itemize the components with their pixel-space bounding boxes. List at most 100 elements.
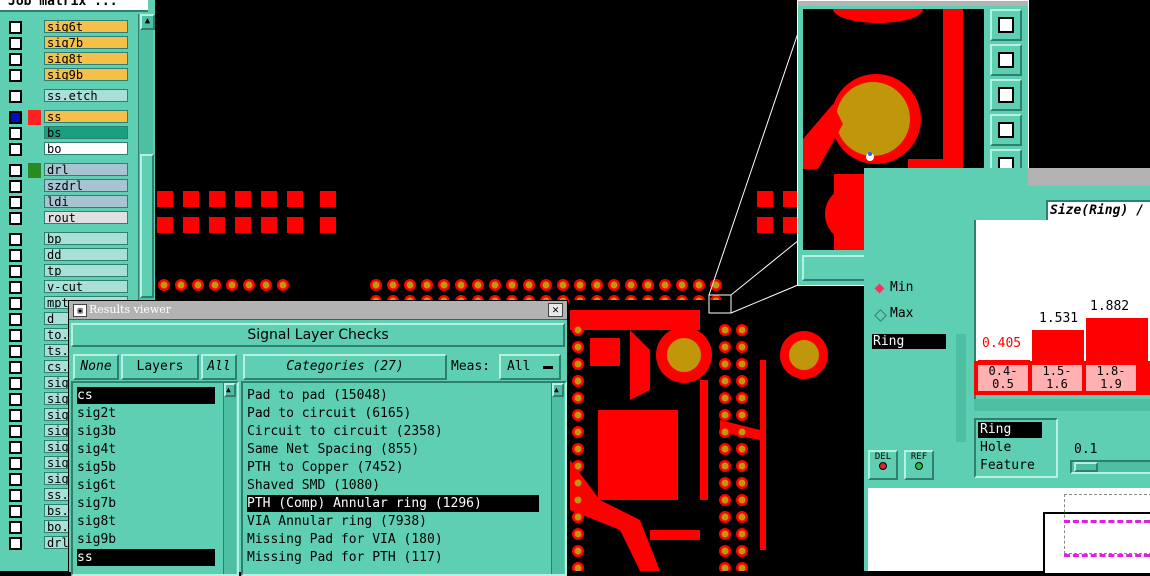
layer-checkbox[interactable] [9, 297, 22, 310]
layer-checkbox[interactable] [9, 281, 22, 294]
layer-list-item[interactable]: sig6t [77, 477, 215, 494]
layer-checkbox[interactable] [9, 53, 22, 66]
layer-row[interactable]: sig7b [6, 36, 128, 51]
result-type-item[interactable]: Hole [978, 440, 1054, 456]
meas-dropdown[interactable]: All [499, 354, 561, 380]
categories-list[interactable]: Pad to pad (15048) Pad to circuit (6165) C… [241, 381, 567, 576]
categories-button[interactable]: Categories (27) [243, 354, 447, 380]
category-list-item[interactable]: Same Net Spacing (855) [247, 441, 539, 458]
category-list-item[interactable]: Missing Pad for PTH (117) [247, 549, 539, 566]
min-radio-icon[interactable] [874, 283, 885, 294]
layer-checkbox[interactable] [9, 537, 22, 550]
signal-layer-checks-button[interactable]: Signal Layer Checks [71, 323, 565, 347]
layer-row[interactable]: bp [6, 232, 128, 247]
category-list-item[interactable]: Pad to pad (15048) [247, 387, 539, 404]
slider-thumb[interactable] [1074, 462, 1098, 472]
layer-checkbox[interactable] [9, 521, 22, 534]
close-icon[interactable]: ✕ [548, 303, 563, 317]
result-type-list[interactable]: Ring Hole Feature [974, 418, 1058, 478]
scroll-up-icon[interactable]: ▲ [552, 383, 564, 397]
layer-row[interactable]: tp [6, 264, 128, 279]
layer-checkbox[interactable] [9, 111, 22, 124]
layers-button[interactable]: Layers [121, 354, 199, 380]
layer-list-item[interactable]: cs [77, 387, 215, 404]
result-type-item[interactable]: Ring [978, 422, 1042, 438]
category-list-item[interactable]: Circuit to circuit (2358) [247, 423, 539, 440]
layer-row[interactable]: bs [6, 126, 128, 141]
layer-row[interactable]: rout [6, 211, 128, 226]
layer-checkbox[interactable] [9, 21, 22, 34]
layer-list-item[interactable]: sig8t [77, 513, 215, 530]
layer-list-item[interactable]: sig2t [77, 405, 215, 422]
layer-checkbox[interactable] [9, 441, 22, 454]
size-ring-field[interactable]: Size(Ring) / [1046, 200, 1150, 222]
layer-checkbox[interactable] [9, 249, 22, 262]
layer-checkbox[interactable] [9, 313, 22, 326]
layer-checkbox[interactable] [9, 489, 22, 502]
layer-checkbox[interactable] [9, 329, 22, 342]
zoom-tool-button-4[interactable] [990, 114, 1022, 146]
del-button[interactable]: DEL [868, 450, 898, 480]
zoom-tool-button-3[interactable] [990, 79, 1022, 111]
category-list-item[interactable]: VIA Annular ring (7938) [247, 513, 539, 530]
category-list-item[interactable]: Pad to circuit (6165) [247, 405, 539, 422]
layer-checkbox[interactable] [9, 361, 22, 374]
layer-checkbox[interactable] [9, 143, 22, 156]
category-list-item[interactable]: PTH to Copper (7452) [247, 459, 539, 476]
all-layers-button[interactable]: All [201, 354, 237, 380]
layer-checkbox[interactable] [9, 164, 22, 177]
zoom-titlebar[interactable] [798, 1, 1028, 6]
results-viewer-titlebar[interactable]: ▣ Results viewer ✕ [69, 301, 567, 320]
layer-checkbox[interactable] [9, 37, 22, 50]
category-list-item[interactable]: Missing Pad for VIA (180) [247, 531, 539, 548]
layer-checkbox[interactable] [9, 90, 22, 103]
layer-row[interactable]: ss.etch [6, 89, 128, 104]
layer-row[interactable]: ss [6, 110, 128, 125]
layer-list-item[interactable]: sig7b [77, 495, 215, 512]
layers-list-scrollbar[interactable]: ▲ [223, 383, 236, 574]
layer-checkbox[interactable] [9, 265, 22, 278]
ref-button[interactable]: REF [904, 450, 934, 480]
max-radio-icon[interactable] [874, 309, 887, 322]
layer-list-item[interactable]: sig4t [77, 441, 215, 458]
layer-checkbox[interactable] [9, 505, 22, 518]
layer-row[interactable]: v-cut [6, 280, 128, 295]
scroll-up-icon[interactable]: ▲ [140, 14, 155, 30]
layer-row[interactable]: szdrl [6, 179, 128, 194]
layer-list-item[interactable]: sig5b [77, 459, 215, 476]
layer-row[interactable]: drl [6, 163, 128, 178]
zoom-tool-button-2[interactable] [990, 44, 1022, 76]
layer-checkbox[interactable] [9, 233, 22, 246]
layer-checkbox[interactable] [9, 180, 22, 193]
layer-checkbox[interactable] [9, 127, 22, 140]
layer-row[interactable]: sig9b [6, 68, 128, 83]
layer-list-item[interactable]: ss [77, 549, 215, 566]
layer-checkbox[interactable] [9, 345, 22, 358]
layer-checkbox[interactable] [9, 409, 22, 422]
scroll-up-icon[interactable]: ▲ [224, 383, 236, 397]
layer-checkbox[interactable] [9, 196, 22, 209]
bottom-preview-canvas[interactable] [868, 488, 1150, 573]
category-list-item[interactable]: Shaved SMD (1080) [247, 477, 539, 494]
layer-checkbox[interactable] [9, 425, 22, 438]
category-list-item[interactable]: PTH (Comp) Annular ring (1296) [247, 495, 539, 512]
layer-list-item[interactable]: sig9b [77, 531, 215, 548]
layer-checkbox[interactable] [9, 377, 22, 390]
scroll-thumb[interactable] [140, 154, 154, 298]
ring-field[interactable]: Ring [872, 334, 946, 349]
layer-checkbox[interactable] [9, 69, 22, 82]
layer-checkbox[interactable] [9, 473, 22, 486]
none-button[interactable]: None [73, 354, 119, 380]
layer-row[interactable]: sig6t [6, 20, 128, 35]
layer-list-item[interactable]: sig3b [77, 423, 215, 440]
zoom-tool-button-1[interactable] [990, 9, 1022, 41]
categories-list-scrollbar[interactable]: ▲ [551, 383, 564, 574]
layer-row[interactable]: bo [6, 142, 128, 157]
result-type-item[interactable]: Feature [978, 458, 1054, 474]
left-column-scrollbar[interactable] [956, 334, 966, 442]
histogram-scrollbar[interactable] [974, 399, 1150, 411]
threshold-slider[interactable] [1070, 460, 1150, 474]
layer-row[interactable]: ldi [6, 195, 128, 210]
layer-row[interactable]: dd [6, 248, 128, 263]
layer-checkbox[interactable] [9, 393, 22, 406]
